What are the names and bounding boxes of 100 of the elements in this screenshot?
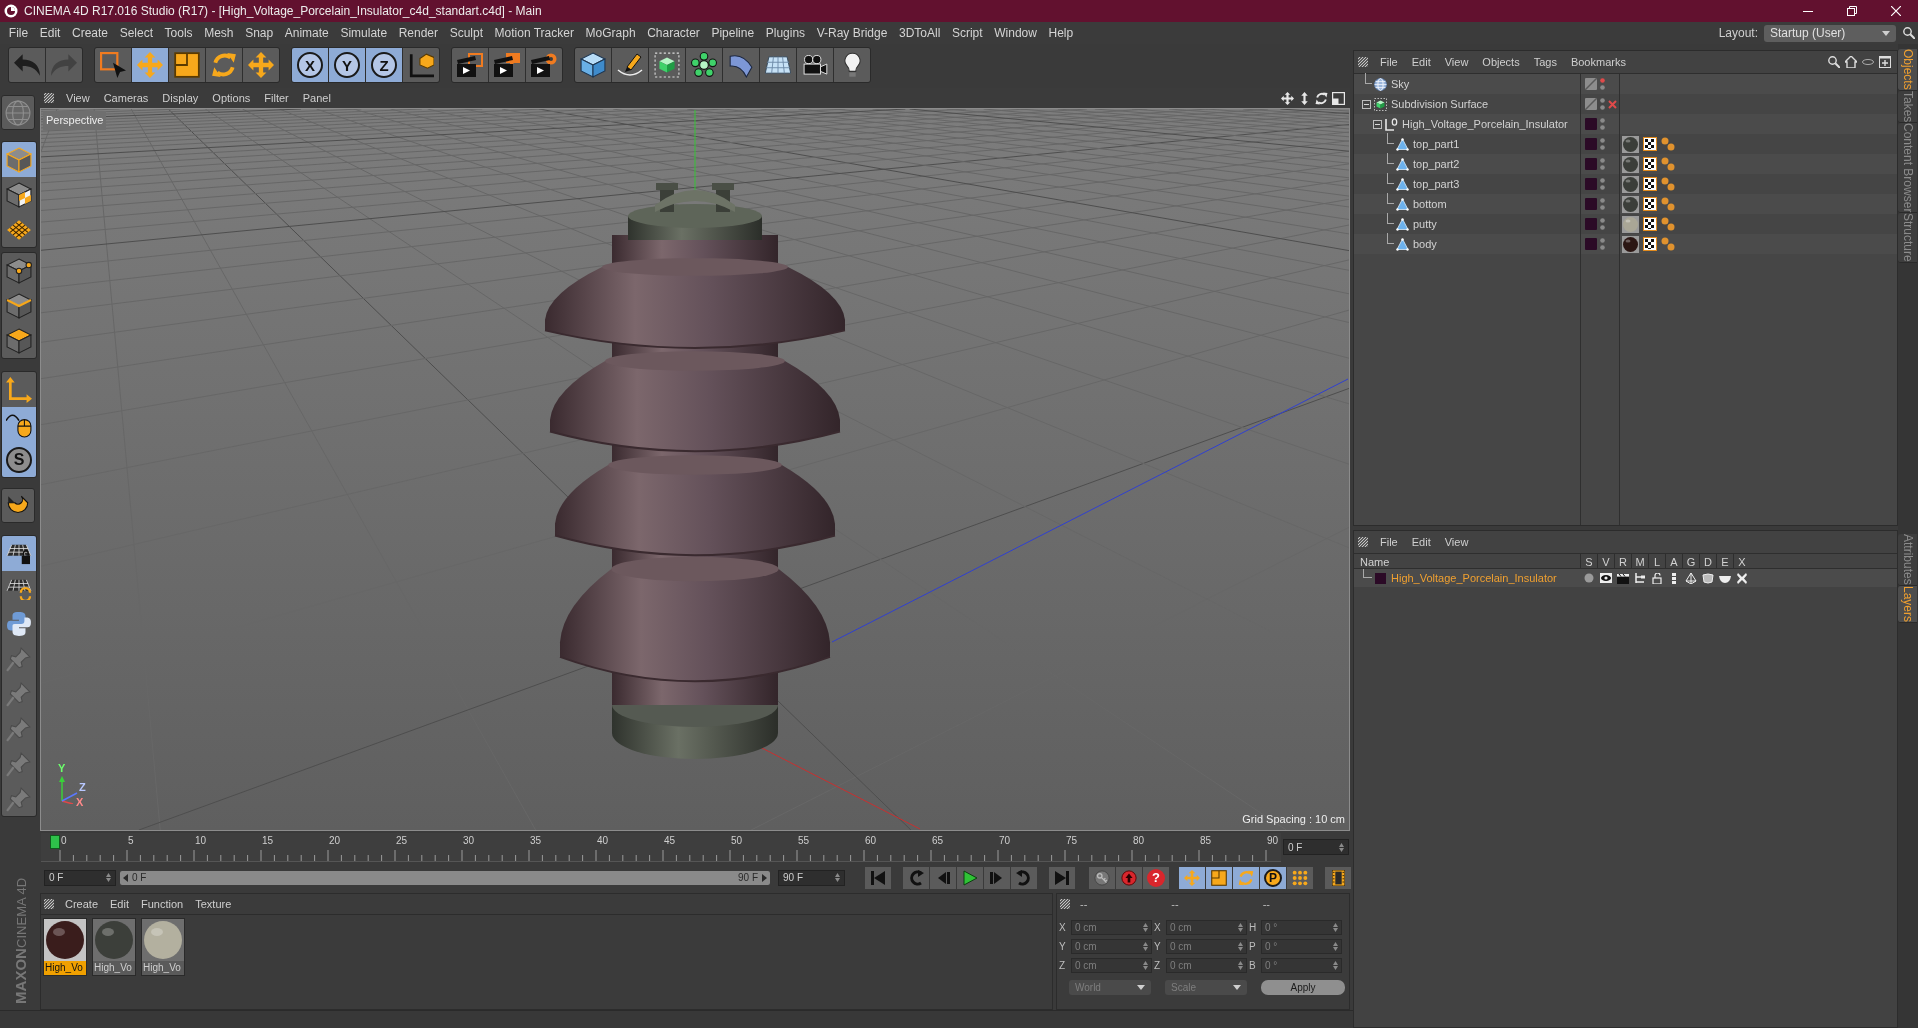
dot-pair-icon[interactable] — [1661, 197, 1675, 211]
stacked-dots-icon[interactable] — [1600, 78, 1605, 90]
deformer-button[interactable] — [723, 48, 759, 82]
menu-item[interactable]: Select — [113, 24, 159, 42]
menu-item[interactable]: Pipeline — [705, 24, 760, 42]
column-header[interactable]: R — [1614, 554, 1631, 568]
column-header[interactable]: M — [1631, 554, 1648, 568]
menu-item[interactable]: Plugins — [759, 24, 811, 42]
layer-swatch-icon[interactable] — [1585, 158, 1597, 170]
stacked-dots-icon[interactable] — [1600, 178, 1605, 190]
next-key-button[interactable] — [1011, 866, 1037, 889]
menu-item[interactable]: Texture — [189, 895, 238, 913]
side-tab[interactable]: Objects — [1898, 49, 1917, 91]
menu-item[interactable]: Bookmarks — [1563, 53, 1633, 71]
expander-box-icon[interactable] — [1361, 99, 1371, 109]
object-row[interactable]: top_part2 — [1354, 154, 1897, 174]
previous-key-button[interactable] — [903, 866, 929, 889]
cloner-button[interactable] — [686, 48, 722, 82]
key-rotation-button[interactable] — [1233, 866, 1259, 889]
menu-item[interactable]: Character — [641, 24, 706, 42]
key-position-button[interactable] — [1179, 866, 1205, 889]
menu-item[interactable]: Window — [988, 24, 1043, 42]
column-header[interactable]: L — [1648, 554, 1665, 568]
material-sphere-icon[interactable] — [1622, 215, 1639, 233]
menu-item[interactable]: File — [1373, 53, 1405, 71]
column-header[interactable]: Name — [1354, 554, 1580, 568]
menu-item[interactable]: Objects — [1475, 53, 1527, 71]
column-header[interactable]: V — [1597, 554, 1614, 568]
polygons-mode-button[interactable] — [2, 323, 36, 358]
material-swatch[interactable]: High_Vo — [43, 918, 87, 976]
menu-item[interactable]: Filter — [257, 89, 296, 107]
solo-button[interactable]: S — [2, 442, 36, 477]
menu-item[interactable]: 3DToAll — [893, 24, 947, 42]
points-mode-button[interactable] — [2, 253, 36, 288]
checker-tag-icon[interactable] — [1643, 197, 1657, 211]
side-tab[interactable]: Layers — [1898, 585, 1917, 623]
object-row[interactable]: High_Voltage_Porcelain_Insulator — [1354, 114, 1897, 134]
menu-item[interactable]: View — [1437, 533, 1476, 551]
home-button[interactable] — [1842, 53, 1859, 71]
record-button[interactable] — [1116, 866, 1142, 889]
cube-object-button[interactable] — [575, 48, 611, 82]
expander-box-icon[interactable] — [1372, 119, 1382, 129]
tweak-mode-button[interactable] — [2, 407, 36, 442]
texture-mode-button[interactable] — [2, 177, 36, 212]
layout-dropdown[interactable]: Startup (User) — [1764, 24, 1896, 42]
material-swatch[interactable]: High_Vo — [92, 918, 136, 976]
axis-lock-button[interactable]: Z — [366, 48, 402, 82]
checker-tag-icon[interactable] — [1643, 237, 1657, 251]
dot-pair-icon[interactable] — [1661, 177, 1675, 191]
key-parameter-button[interactable]: P — [1260, 866, 1286, 889]
axis-lock-button[interactable]: X — [292, 48, 328, 82]
menu-item[interactable]: Render — [392, 24, 444, 42]
next-frame-button[interactable] — [984, 866, 1010, 889]
frame-range-slider[interactable]: 0 F 90 F — [120, 870, 770, 885]
material-sphere-icon[interactable] — [1622, 175, 1639, 193]
object-row[interactable]: bottom — [1354, 194, 1897, 214]
menu-item[interactable]: Create — [66, 24, 114, 42]
menu-item[interactable]: Motion Tracker — [488, 24, 580, 42]
render-view-button[interactable] — [452, 48, 488, 82]
play-button[interactable] — [957, 866, 983, 889]
start-frame-field[interactable]: 0 F — [44, 869, 116, 886]
menu-item[interactable]: Snap — [239, 24, 279, 42]
menu-item[interactable]: Function — [135, 895, 190, 913]
material-sphere-icon[interactable] — [1622, 155, 1639, 173]
maximize-view-button[interactable] — [1330, 89, 1347, 107]
workplane-align-button[interactable] — [2, 571, 36, 606]
end-frame-field[interactable]: 90 F — [778, 869, 845, 886]
timeline-button[interactable] — [1325, 866, 1351, 889]
undo-button[interactable] — [9, 48, 45, 82]
layer-swatch-icon[interactable] — [1585, 138, 1597, 150]
menu-item[interactable]: Simulate — [334, 24, 393, 42]
stacked-dots-icon[interactable] — [1600, 98, 1605, 110]
workplane-mode-button[interactable] — [2, 212, 36, 247]
move-view-button[interactable] — [1279, 89, 1296, 107]
live-selection-button[interactable] — [95, 48, 131, 82]
menu-item[interactable]: Tags — [1526, 53, 1564, 71]
menu-item[interactable]: Display — [155, 89, 206, 107]
layer-row[interactable]: High_Voltage_Porcelain_Insulator — [1354, 569, 1897, 587]
menu-item[interactable]: Panel — [295, 89, 338, 107]
column-header[interactable]: D — [1699, 554, 1716, 568]
record-objects-button[interactable] — [1089, 866, 1115, 889]
menu-item[interactable]: File — [1373, 533, 1405, 551]
layer-swatch-icon[interactable] — [1585, 178, 1597, 190]
column-header[interactable]: G — [1682, 554, 1699, 568]
previous-frame-button[interactable] — [930, 866, 956, 889]
stacked-dots-icon[interactable] — [1600, 158, 1605, 170]
dot-pair-icon[interactable] — [1661, 137, 1675, 151]
workplane-lock-button[interactable] — [2, 536, 36, 571]
search-button[interactable] — [1900, 24, 1918, 42]
menu-item[interactable]: Edit — [1404, 533, 1438, 551]
menu-item[interactable]: Edit — [1404, 53, 1438, 71]
menu-item[interactable]: Edit — [33, 24, 67, 42]
material-swatch[interactable]: High_Vo — [141, 918, 185, 976]
autokey-button[interactable]: ? — [1143, 866, 1169, 889]
layer-swatch-icon[interactable] — [1585, 198, 1597, 210]
apply-button[interactable]: Apply — [1261, 980, 1345, 995]
menu-item[interactable]: View — [1437, 53, 1476, 71]
go-to-end-button[interactable] — [1049, 866, 1075, 889]
menu-item[interactable]: Animate — [278, 24, 335, 42]
column-header[interactable]: X — [1733, 554, 1750, 568]
